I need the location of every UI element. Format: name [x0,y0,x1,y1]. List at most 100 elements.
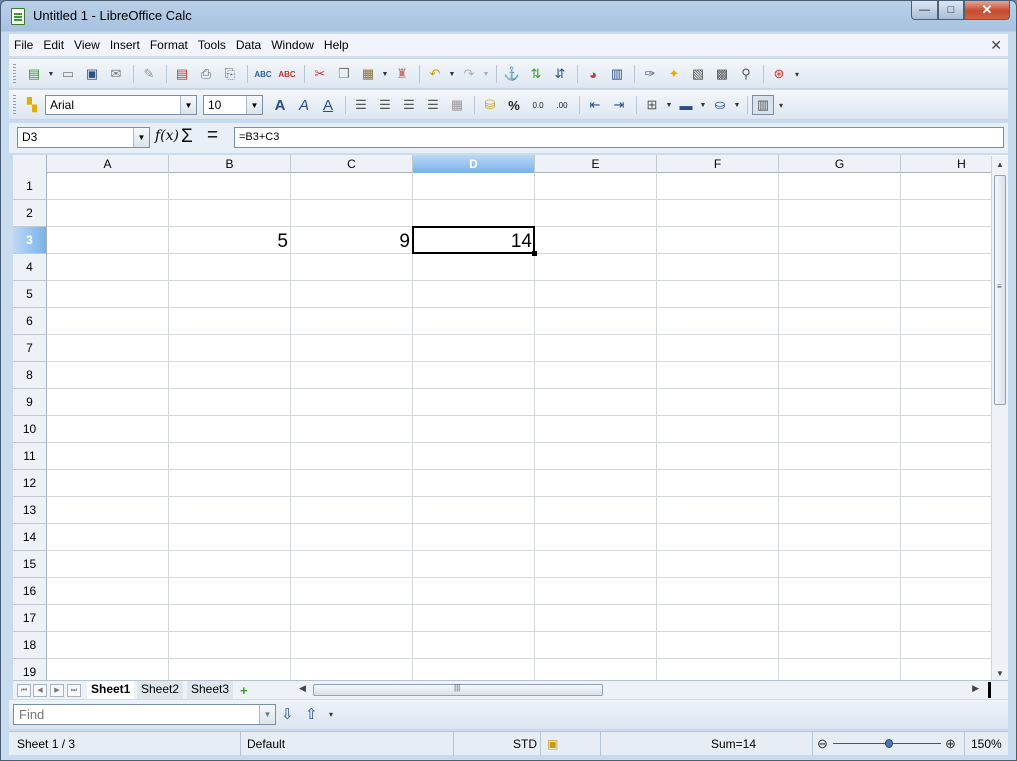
font-size-dropdown-icon[interactable]: ▼ [246,96,262,114]
close-document-icon[interactable]: ✕ [990,37,1002,54]
sort-ascending-icon[interactable]: ⇅ [525,64,547,84]
row-header-10[interactable]: 10 [13,416,47,443]
row-header-19[interactable]: 19 [13,659,47,680]
borders-icon[interactable]: ⊞ [641,95,663,115]
row-header-18[interactable]: 18 [13,632,47,659]
prev-sheet-icon[interactable]: ◀ [33,684,47,697]
autospellcheck-icon[interactable]: ABC [276,64,298,84]
menu-edit[interactable]: Edit [38,38,69,52]
findbar-overflow-icon[interactable]: ▾ [329,710,333,719]
name-box-dropdown-icon[interactable]: ▼ [133,128,149,147]
background-dropdown-icon[interactable]: ▼ [699,95,707,115]
toolbar-overflow-icon[interactable]: ▾ [792,64,802,84]
menu-file[interactable]: File [9,38,38,52]
menu-window[interactable]: Window [266,38,319,52]
column-header-f[interactable]: F [657,155,779,173]
help-icon[interactable]: ⊛ [768,64,790,84]
maximize-button[interactable]: □ [938,1,964,20]
formula-input[interactable]: =B3+C3 [234,127,1004,148]
column-header-b[interactable]: B [169,155,291,173]
datasources-icon[interactable]: ▩ [711,64,733,84]
sheet-tab-sheet2[interactable]: Sheet2 [137,681,184,699]
print-preview-icon[interactable]: ⎘ [219,64,241,84]
status-zoom[interactable]: 150% [964,732,1008,756]
row-header-2[interactable]: 2 [13,200,47,227]
function-icon[interactable]: = [207,125,218,147]
align-center-icon[interactable]: ☰ [374,95,396,115]
spellcheck-icon[interactable]: ABC [252,64,274,84]
zoom-in-icon[interactable]: ⊕ [945,736,956,752]
sheet-tab-sheet1[interactable]: Sheet1 [87,681,135,699]
row-header-11[interactable]: 11 [13,443,47,470]
zoom-slider[interactable]: ⊖ ⊕ [817,736,965,752]
standard-format-icon[interactable]: 0.0 [527,95,549,115]
decrease-indent-icon[interactable]: ⇤ [584,95,606,115]
save-icon[interactable]: ▣ [81,64,103,84]
font-name-box[interactable]: Arial ▼ [45,95,197,115]
currency-icon[interactable]: ⛁ [479,95,501,115]
styles-icon[interactable]: ▚ [21,95,43,115]
row-header-4[interactable]: 4 [13,254,47,281]
align-left-icon[interactable]: ☰ [350,95,372,115]
scroll-down-icon[interactable]: ▼ [996,669,1004,678]
align-right-icon[interactable]: ☰ [398,95,420,115]
column-header-a[interactable]: A [47,155,169,173]
row-header-13[interactable]: 13 [13,497,47,524]
scroll-left-icon[interactable]: ◀ [299,683,306,694]
horizontal-split-handle[interactable] [988,682,991,698]
zoom-slider-knob[interactable] [885,739,893,748]
find-input[interactable]: Find ▼ [13,704,276,725]
close-window-button[interactable]: ✕ [964,1,1010,20]
next-sheet-icon[interactable]: ▶ [50,684,64,697]
toolbar-grip[interactable] [13,64,16,84]
menu-tools[interactable]: Tools [193,38,231,52]
first-sheet-icon[interactable]: ⏮ [17,684,31,697]
sheet-tab-sheet3[interactable]: Sheet3 [187,681,234,699]
select-all-corner[interactable] [13,155,47,173]
menu-insert[interactable]: Insert [105,38,145,52]
spreadsheet-grid[interactable]: A B C D E F G H 1 2 3 4 5 6 7 8 9 10 11 12 13 14 15 16 17 18 19 5 9 1… [13,155,1008,680]
horizontal-scroll-thumb[interactable] [313,683,603,696]
bold-icon[interactable]: A [269,95,291,115]
copy-icon[interactable]: ❐ [333,64,355,84]
percent-icon[interactable]: % [503,95,525,115]
sort-descending-icon[interactable]: ⇵ [549,64,571,84]
status-selection-mode[interactable]: STD [507,732,541,756]
row-header-8[interactable]: 8 [13,362,47,389]
font-color-icon[interactable]: ⛀ [709,95,731,115]
row-header-17[interactable]: 17 [13,605,47,632]
paste-icon[interactable]: ▦ [357,64,379,84]
cell-b3[interactable]: 5 [169,227,290,254]
vertical-scrollbar[interactable]: ▲ ▼ [991,156,1008,680]
vertical-scroll-thumb[interactable] [994,175,1006,405]
row-header-14[interactable]: 14 [13,524,47,551]
redo-dropdown-icon[interactable]: ▼ [482,64,490,84]
row-header-7[interactable]: 7 [13,335,47,362]
pivot-table-icon[interactable]: ▥ [606,64,628,84]
column-header-g[interactable]: G [779,155,901,173]
scroll-right-icon[interactable]: ▶ [972,683,979,694]
last-sheet-icon[interactable]: ⏭ [67,684,81,697]
sum-icon[interactable]: Σ [181,126,193,148]
navigator-icon[interactable]: ✦ [663,64,685,84]
clone-formatting-icon[interactable]: ♜ [391,64,413,84]
find-previous-icon[interactable]: ⇧ [305,705,318,723]
find-next-icon[interactable]: ⇩ [281,705,294,723]
horizontal-scrollbar[interactable]: ◀ ▶ [293,683,997,697]
new-icon[interactable]: ▤ [23,64,45,84]
column-header-d[interactable]: D [413,155,535,173]
row-header-12[interactable]: 12 [13,470,47,497]
undo-icon[interactable]: ↶ [424,64,446,84]
title-bar[interactable]: Untitled 1 - LibreOffice Calc — □ ✕ [1,1,1016,31]
minimize-button[interactable]: — [911,1,938,20]
background-color-icon[interactable]: ▬ [675,95,697,115]
print-icon[interactable]: ⎙ [195,64,217,84]
merge-cells-icon[interactable]: ▦ [446,95,468,115]
increase-indent-icon[interactable]: ⇥ [608,95,630,115]
hyperlink-icon[interactable]: ⚓ [501,64,523,84]
scroll-up-icon[interactable]: ▲ [996,160,1004,169]
open-icon[interactable]: ▭ [57,64,79,84]
menu-data[interactable]: Data [231,38,266,52]
borders-dropdown-icon[interactable]: ▼ [665,95,673,115]
row-header-9[interactable]: 9 [13,389,47,416]
